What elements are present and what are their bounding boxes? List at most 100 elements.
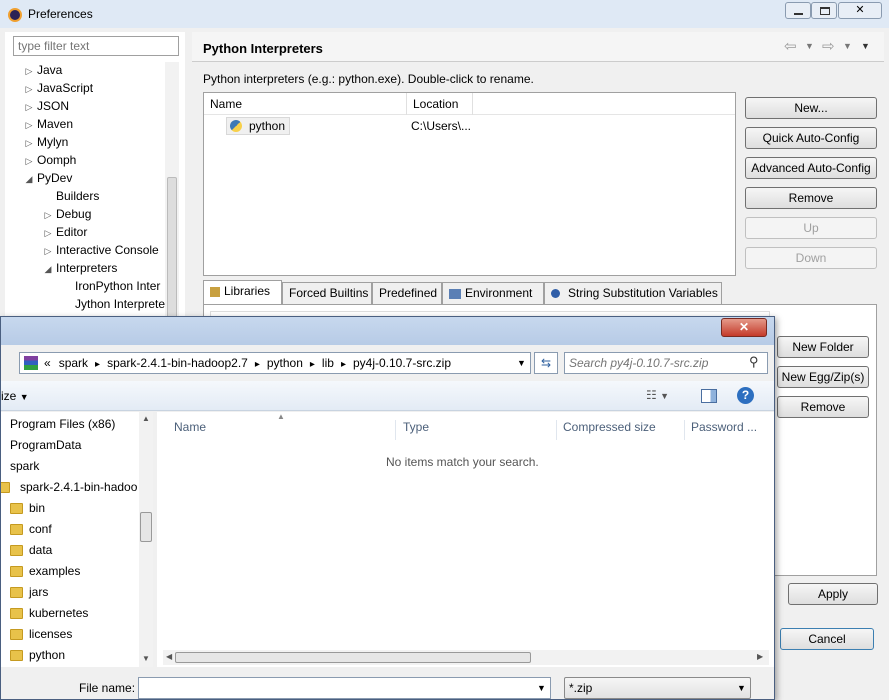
nav-folder-item[interactable]: bin <box>10 499 45 517</box>
breadcrumb-item[interactable]: py4j-0.10.7-src.zip <box>353 356 451 370</box>
new-egg-zip-button[interactable]: New Egg/Zip(s) <box>777 366 869 388</box>
h-scroll-thumb[interactable] <box>175 652 531 663</box>
nav-folder-item[interactable]: examples <box>10 562 80 580</box>
column-header-name[interactable]: Name <box>204 93 407 115</box>
address-dropdown-icon[interactable]: ▼ <box>517 358 526 368</box>
tree-item[interactable]: ▷ Oomph <box>23 151 77 170</box>
expand-arrow-icon[interactable]: ▷ <box>42 224 54 242</box>
expand-arrow-icon[interactable]: ▷ <box>23 98 35 116</box>
tree-item[interactable]: ◢ Interpreters <box>42 259 118 278</box>
forward-arrow-icon[interactable]: ⇨ <box>822 37 835 55</box>
column-type[interactable]: Type <box>403 420 557 440</box>
close-window-button[interactable]: ✕ <box>838 2 882 19</box>
nav-folder-item[interactable]: jars <box>10 583 48 601</box>
nav-folder-item[interactable]: data <box>10 541 52 559</box>
tab-libraries[interactable]: Libraries <box>203 280 282 304</box>
maximize-button[interactable] <box>811 2 837 19</box>
filter-input[interactable] <box>13 36 179 56</box>
tree-item[interactable]: ▷ JSON <box>23 97 69 115</box>
scroll-up-icon[interactable]: ▲ <box>142 414 150 423</box>
horizontal-scrollbar[interactable]: ◀ ▶ <box>163 650 769 665</box>
expanded-arrow-icon[interactable]: ◢ <box>23 170 35 188</box>
expand-arrow-icon[interactable]: ▷ <box>42 242 54 260</box>
advanced-auto-config-button[interactable]: Advanced Auto-Config <box>745 157 877 179</box>
tree-scrollbar[interactable] <box>165 62 179 322</box>
nav-scroll-thumb[interactable] <box>140 512 152 542</box>
menu-dropdown-icon[interactable]: ▼ <box>861 41 870 51</box>
column-header-location[interactable]: Location <box>407 93 473 115</box>
back-dropdown-icon[interactable]: ▼ <box>805 41 814 51</box>
expand-arrow-icon[interactable]: ▷ <box>42 206 54 224</box>
tree-item[interactable]: ▷ JavaScript <box>23 79 94 98</box>
cancel-button[interactable]: Cancel <box>780 628 874 650</box>
column-password[interactable]: Password ... <box>691 420 757 434</box>
tree-item[interactable]: IronPython Inter <box>61 277 160 295</box>
filename-dropdown-icon[interactable]: ▼ <box>537 683 546 693</box>
search-input[interactable] <box>567 354 745 372</box>
scroll-left-icon[interactable]: ◀ <box>166 652 172 661</box>
search-icon[interactable]: ⚲ <box>749 354 759 370</box>
breadcrumb-separator-icon[interactable]: ▸ <box>341 359 346 370</box>
tab-environment[interactable]: Environment <box>442 282 544 304</box>
minimize-button[interactable] <box>785 2 811 19</box>
tree-item[interactable]: ▷ Maven <box>23 115 74 134</box>
quick-auto-config-button[interactable]: Quick Auto-Config <box>745 127 877 149</box>
dialog-close-button[interactable]: ✕ <box>721 318 767 337</box>
tree-scroll-thumb[interactable] <box>167 177 177 322</box>
nav-folder-item[interactable]: kubernetes <box>10 604 88 622</box>
tab-string-substitution[interactable]: String Substitution Variables <box>544 282 722 304</box>
scroll-right-icon[interactable]: ▶ <box>757 652 763 661</box>
file-type-filter[interactable]: *.zip ▼ <box>564 677 751 699</box>
expand-arrow-icon[interactable]: ▷ <box>23 80 35 98</box>
back-arrow-icon[interactable]: ⇦ <box>784 37 797 55</box>
tree-item[interactable]: ▷ Editor <box>42 223 88 242</box>
breadcrumb-item[interactable]: spark-2.4.1-bin-hadoop2.7 <box>107 356 248 370</box>
nav-folder-item[interactable]: conf <box>10 520 52 538</box>
tree-item[interactable]: ▷ Interactive Console <box>42 241 159 259</box>
table-row[interactable]: python C:\Users\... <box>204 116 735 136</box>
new-folder-button[interactable]: New Folder <box>777 336 869 358</box>
expand-arrow-icon[interactable]: ▷ <box>23 152 35 170</box>
new-interpreter-button[interactable]: New... <box>745 97 877 119</box>
tree-item[interactable]: Jython Interprete <box>61 295 165 313</box>
column-compressed-size[interactable]: Compressed size <box>563 420 685 440</box>
nav-folder-item[interactable]: ProgramData <box>1 436 81 454</box>
address-bar[interactable]: « spark ▸ spark-2.4.1-bin-hadoop2.7 ▸ python ▸… <box>19 352 531 374</box>
tree-item[interactable]: ▷ Java <box>23 61 63 80</box>
filter-dropdown-icon[interactable]: ▼ <box>737 683 746 693</box>
nav-folder-item[interactable]: licenses <box>10 625 72 643</box>
preview-pane-icon[interactable] <box>701 389 717 403</box>
refresh-button[interactable]: ⇆ <box>534 352 558 374</box>
tree-item[interactable]: ◢ PyDev <box>23 169 73 188</box>
breadcrumb-item[interactable]: python <box>267 356 303 370</box>
remove-library-button[interactable]: Remove <box>777 396 869 418</box>
nav-folder-item[interactable]: spark-2.4.1-bin-hadoo <box>1 478 137 496</box>
selected-name-cell[interactable]: python <box>226 117 290 135</box>
breadcrumb-separator-icon[interactable]: ▸ <box>255 359 260 370</box>
breadcrumb-separator-icon[interactable]: ▸ <box>310 359 315 370</box>
breadcrumb-separator-icon[interactable]: ▸ <box>95 359 100 370</box>
up-button[interactable]: Up <box>745 217 877 239</box>
nav-folder-item[interactable]: python <box>10 646 65 664</box>
column-name[interactable]: Name <box>174 420 396 440</box>
tree-item[interactable]: ▷ Debug <box>42 205 92 224</box>
breadcrumb-overflow[interactable]: « <box>44 356 51 370</box>
tab-predefined[interactable]: Predefined <box>372 282 442 304</box>
organize-button[interactable]: ize ▼ <box>1 389 29 403</box>
search-box[interactable]: ⚲ <box>564 352 768 374</box>
filename-combo[interactable]: ▼ <box>138 677 551 699</box>
expanded-arrow-icon[interactable]: ◢ <box>42 260 54 278</box>
nav-folder-item[interactable]: Program Files (x86) <box>1 415 115 433</box>
forward-dropdown-icon[interactable]: ▼ <box>843 41 852 51</box>
nav-folder-item[interactable]: spark <box>1 457 39 475</box>
down-button[interactable]: Down <box>745 247 877 269</box>
tree-item[interactable]: Builders <box>42 187 99 205</box>
nav-scrollbar[interactable]: ▲ ▼ <box>139 412 153 667</box>
expand-arrow-icon[interactable]: ▷ <box>23 62 35 80</box>
expand-arrow-icon[interactable]: ▷ <box>23 116 35 134</box>
tree-item[interactable]: ▷ Mylyn <box>23 133 69 152</box>
view-menu-icon[interactable]: ☷ ▼ <box>646 388 669 402</box>
help-icon[interactable]: ? <box>737 387 754 404</box>
scroll-down-icon[interactable]: ▼ <box>142 654 150 663</box>
expand-arrow-icon[interactable]: ▷ <box>23 134 35 152</box>
